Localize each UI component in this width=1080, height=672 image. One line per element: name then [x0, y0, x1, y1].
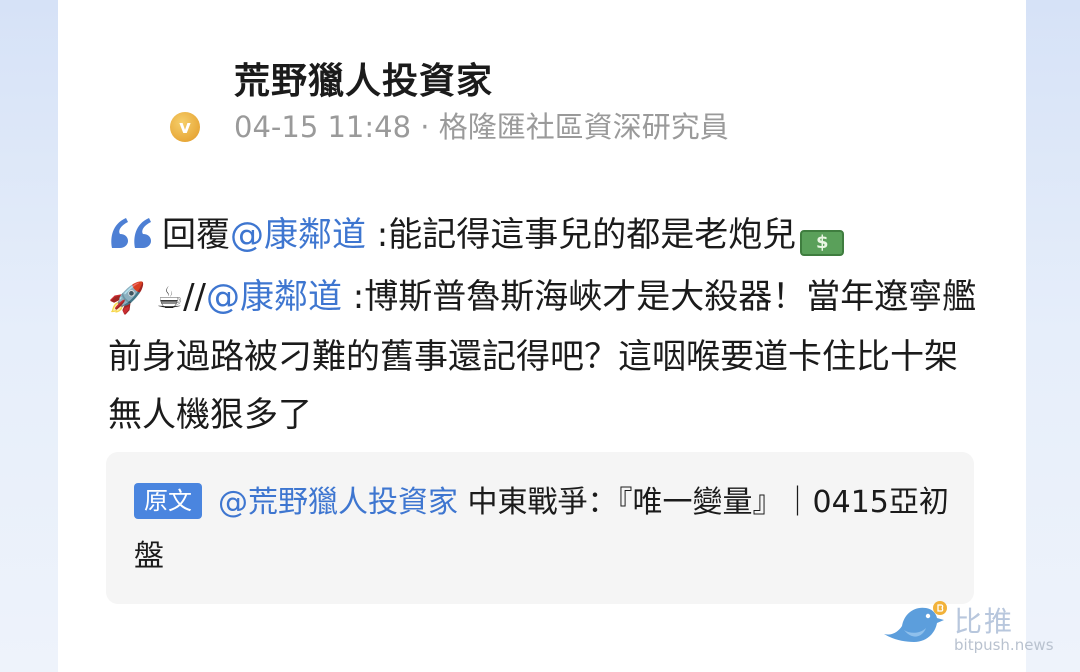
watermark-name: 比推 — [954, 605, 1015, 638]
reply-prefix: 回覆 — [162, 215, 230, 255]
original-author-link[interactable]: @荒野獵人投資家 — [218, 485, 458, 520]
rocket-icon: 🚀 — [108, 281, 146, 316]
money-icon: $ — [800, 230, 845, 256]
watermark-url: bitpush.news — [954, 636, 1054, 654]
original-tag: 原文 — [134, 483, 202, 519]
original-post-card[interactable]: 原文 @荒野獵人投資家 中東戰爭：『唯一變量』｜0415亞初盤 — [106, 452, 974, 604]
left-backdrop — [0, 0, 58, 672]
verified-badge-icon: v — [170, 112, 200, 142]
original-post-text: 原文 @荒野獵人投資家 中東戰爭：『唯一變量』｜0415亞初盤 — [134, 476, 954, 584]
post-body: 回覆@康鄰道 :能記得這事兒的都是老炮兒 $ 🚀 ☕//@康鄰道 :博斯普魯斯海峽才… — [108, 206, 978, 444]
right-backdrop — [1022, 0, 1080, 672]
mention-link[interactable]: @康鄰道 — [206, 277, 342, 317]
coffee-icon: ☕ — [156, 281, 184, 316]
bird-logo-icon — [882, 600, 948, 652]
author-name[interactable]: 荒野獵人投資家 — [234, 52, 493, 104]
reply-text: :能記得這事兒的都是老炮兒 — [366, 215, 797, 255]
watermark: 比推 bitpush.news — [882, 600, 1072, 660]
repost-separator: // — [183, 277, 206, 317]
mention-link[interactable]: @康鄰道 — [230, 215, 366, 255]
post-meta: 04-15 11:48 · 格隆匯社區資深研究員 — [234, 110, 729, 144]
quote-icon — [108, 210, 156, 268]
